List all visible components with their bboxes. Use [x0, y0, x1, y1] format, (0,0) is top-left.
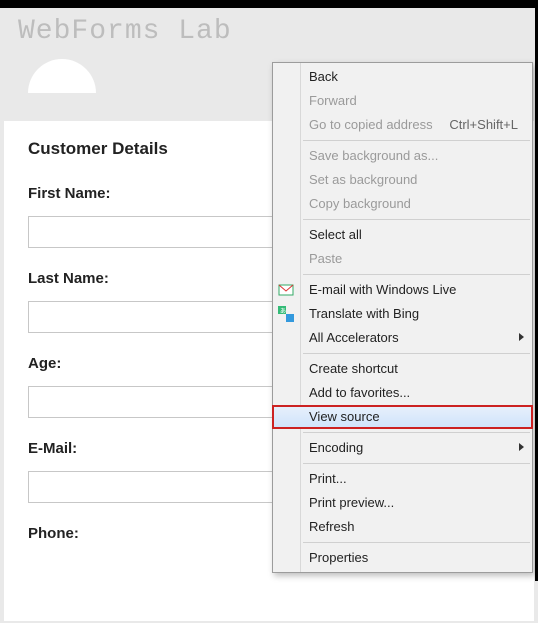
menu-email-windows-live[interactable]: E-mail with Windows Live — [273, 278, 532, 302]
menu-set-bg-label: Set as background — [309, 172, 417, 187]
menu-add-fav-label: Add to favorites... — [309, 385, 410, 400]
menu-print-preview-label: Print preview... — [309, 495, 394, 510]
mail-icon — [278, 282, 294, 298]
menu-all-accel-label: All Accelerators — [309, 330, 399, 345]
menu-go-copied-address: Go to copied address Ctrl+Shift+L — [273, 113, 532, 137]
chevron-right-icon — [519, 443, 524, 451]
menu-all-accelerators[interactable]: All Accelerators — [273, 326, 532, 350]
menu-go-copied-shortcut: Ctrl+Shift+L — [449, 113, 518, 137]
menu-print-preview[interactable]: Print preview... — [273, 491, 532, 515]
menu-separator — [303, 274, 530, 275]
menu-refresh[interactable]: Refresh — [273, 515, 532, 539]
menu-save-background: Save background as... — [273, 144, 532, 168]
menu-copy-background: Copy background — [273, 192, 532, 216]
menu-separator — [303, 542, 530, 543]
site-title: WebForms Lab — [18, 16, 520, 47]
menu-save-bg-label: Save background as... — [309, 148, 438, 163]
menu-view-source[interactable]: View source — [273, 405, 532, 429]
menu-translate-bing-label: Translate with Bing — [309, 306, 419, 321]
menu-translate-bing[interactable]: あ Translate with Bing — [273, 302, 532, 326]
menu-separator — [303, 219, 530, 220]
menu-select-all[interactable]: Select all — [273, 223, 532, 247]
menu-add-favorites[interactable]: Add to favorites... — [273, 381, 532, 405]
menu-separator — [303, 463, 530, 464]
menu-create-shortcut-label: Create shortcut — [309, 361, 398, 376]
menu-forward-label: Forward — [309, 93, 357, 108]
menu-select-all-label: Select all — [309, 227, 362, 242]
menu-copy-bg-label: Copy background — [309, 196, 411, 211]
menu-encoding[interactable]: Encoding — [273, 436, 532, 460]
menu-separator — [303, 353, 530, 354]
menu-refresh-label: Refresh — [309, 519, 355, 534]
menu-back-label: Back — [309, 69, 338, 84]
menu-paste-label: Paste — [309, 251, 342, 266]
menu-print[interactable]: Print... — [273, 467, 532, 491]
menu-properties-label: Properties — [309, 550, 368, 565]
menu-forward: Forward — [273, 89, 532, 113]
menu-encoding-label: Encoding — [309, 440, 363, 455]
window-top-border — [0, 0, 538, 8]
menu-view-source-label: View source — [309, 409, 380, 424]
active-tab[interactable] — [28, 59, 96, 93]
context-menu: Back Forward Go to copied address Ctrl+S… — [272, 62, 533, 573]
menu-email-live-label: E-mail with Windows Live — [309, 282, 456, 297]
menu-separator — [303, 140, 530, 141]
menu-print-label: Print... — [309, 471, 347, 486]
menu-properties[interactable]: Properties — [273, 546, 532, 570]
translate-icon: あ — [278, 306, 294, 322]
menu-separator — [303, 432, 530, 433]
menu-create-shortcut[interactable]: Create shortcut — [273, 357, 532, 381]
menu-paste: Paste — [273, 247, 532, 271]
menu-back[interactable]: Back — [273, 65, 532, 89]
chevron-right-icon — [519, 333, 524, 341]
menu-set-background: Set as background — [273, 168, 532, 192]
svg-text:あ: あ — [280, 308, 286, 315]
menu-go-copied-label: Go to copied address — [309, 117, 433, 132]
